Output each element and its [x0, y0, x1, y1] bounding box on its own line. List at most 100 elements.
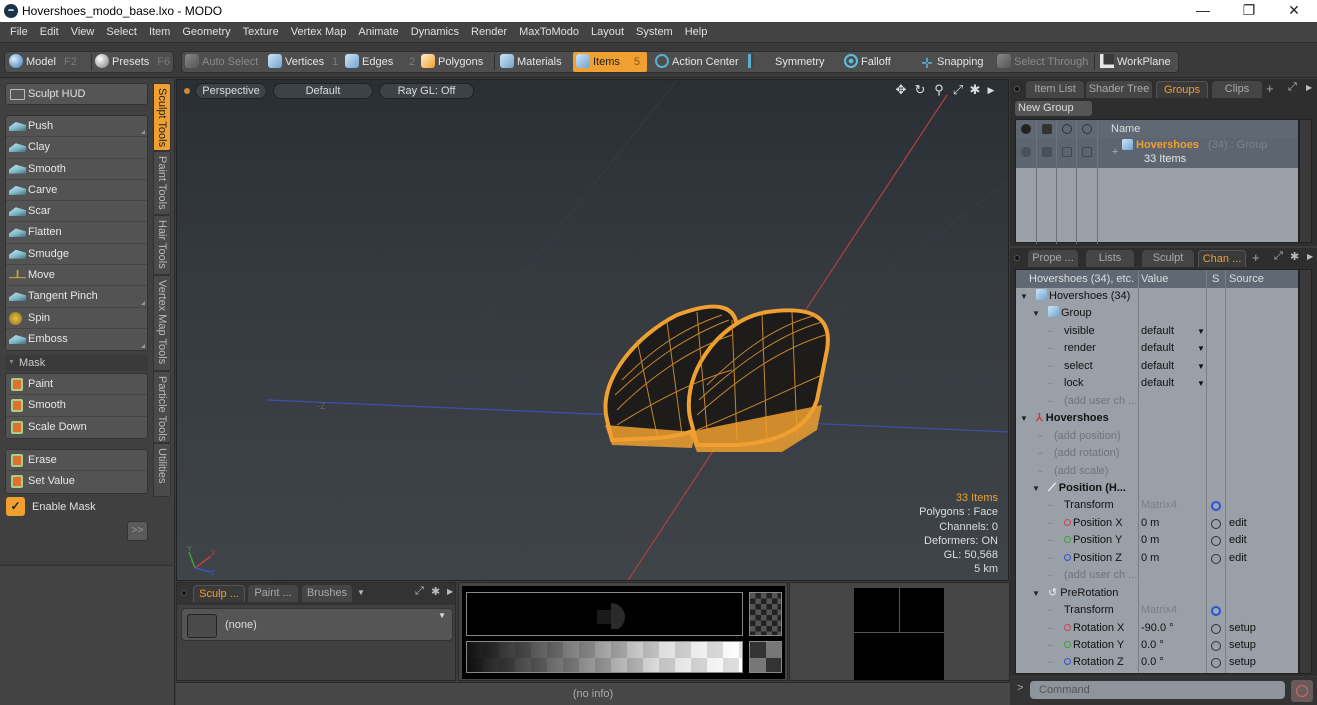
tab-vertex-map-tools[interactable]: Vertex Map Tools — [153, 275, 171, 371]
menu-layout[interactable]: Layout — [585, 22, 630, 43]
command-input[interactable]: Command — [1030, 681, 1285, 699]
channel-row[interactable]: ┄ Transform Matrix4 — [1016, 497, 1298, 514]
tool-spin[interactable]: Spin — [6, 308, 147, 329]
maximize-button[interactable]: ❐ — [1226, 0, 1272, 22]
value-dropdown-icon[interactable]: ▼ — [1197, 358, 1205, 375]
channel-row[interactable]: ┄ render default ▼ — [1016, 340, 1298, 357]
tab-utilities[interactable]: Utilities — [153, 443, 171, 497]
channel-value[interactable]: default — [1141, 340, 1174, 357]
tool-emboss[interactable]: Emboss — [6, 329, 147, 350]
vertices-button[interactable]: Vertices 1 — [268, 52, 338, 72]
tab-paint-tools[interactable]: Paint Tools — [153, 151, 171, 215]
tool-push[interactable]: Push — [6, 116, 147, 138]
rotate-view-icon[interactable]: ↻ — [913, 83, 927, 97]
falloff-button[interactable]: Falloff — [844, 52, 891, 72]
viewport-options-arrow-icon[interactable]: ▶ — [984, 83, 998, 97]
add-tab-icon[interactable]: + — [1252, 250, 1260, 265]
value-dropdown-icon[interactable]: ▼ — [1197, 323, 1205, 340]
panel-gear-icon[interactable]: ✱ — [1290, 250, 1299, 263]
channel-value[interactable]: default — [1141, 375, 1174, 392]
channel-state-circle-icon[interactable] — [1211, 553, 1221, 564]
mask-tool-scale-down[interactable]: Scale Down — [6, 417, 147, 438]
mask-tool-smooth[interactable]: Smooth — [6, 395, 147, 417]
tab-paint-brush[interactable]: Paint ... — [248, 585, 298, 602]
expand-plus-icon[interactable]: + — [1112, 146, 1118, 158]
auto-select-button[interactable]: Auto Select — [185, 52, 258, 72]
expand-triangle-icon[interactable]: ▼ — [1020, 410, 1028, 427]
items-button[interactable]: Items 5 — [573, 52, 647, 72]
channel-state-circle-icon[interactable] — [1211, 658, 1221, 669]
tab-groups[interactable]: Groups — [1156, 81, 1208, 98]
mask-section-header[interactable]: Mask — [5, 355, 148, 371]
panel-gear-icon[interactable]: ✱ — [431, 585, 440, 598]
panel-options-arrow-icon[interactable]: ▶ — [447, 587, 453, 596]
tab-item-list[interactable]: Item List — [1026, 81, 1084, 98]
tool-flatten[interactable]: Flatten — [6, 222, 147, 244]
tool-smudge[interactable]: Smudge — [6, 244, 147, 266]
channel-row[interactable]: ▼ ⅄ Hovershoes — [1016, 410, 1298, 427]
enable-mask-checkbox[interactable]: ✓ Enable Mask — [6, 497, 96, 517]
hovershoes-model[interactable] — [603, 304, 830, 452]
tab-shader-tree[interactable]: Shader Tree — [1086, 81, 1152, 98]
channel-row[interactable]: ┄ Rotation Z 0.0 ° setup — [1016, 654, 1298, 671]
tab-brushes[interactable]: Brushes — [302, 585, 352, 602]
brush-dropdown-icon[interactable]: ▼ — [438, 611, 446, 620]
channel-row[interactable]: ┄ visible default ▼ — [1016, 323, 1298, 340]
channel-value[interactable]: default — [1141, 323, 1174, 340]
tab-channels[interactable]: Chan ... — [1198, 250, 1246, 267]
channel-value[interactable]: -90.0 ° — [1141, 620, 1174, 637]
menu-view[interactable]: View — [65, 22, 101, 43]
channel-row[interactable]: ┄ (add scale) — [1016, 463, 1298, 480]
tab-sculpt-tools[interactable]: Sculpt Tools — [153, 83, 171, 151]
channels-scrollbar[interactable] — [1299, 269, 1312, 674]
channel-row[interactable]: ┄ select default ▼ — [1016, 358, 1298, 375]
workplane-button[interactable]: WorkPlane — [1100, 52, 1171, 72]
menu-dynamics[interactable]: Dynamics — [405, 22, 465, 43]
menu-help[interactable]: Help — [679, 22, 714, 43]
row-lock-icon[interactable] — [1082, 147, 1092, 157]
group-row-hovershoes[interactable]: + Hovershoes (34) : Group 33 Items — [1016, 138, 1298, 168]
model-button[interactable]: Model F2 — [9, 52, 77, 72]
presets-button[interactable]: Presets F6 — [95, 52, 170, 72]
channel-row[interactable]: ┄ Rotation X -90.0 ° setup — [1016, 620, 1298, 637]
row-select-icon[interactable] — [1062, 147, 1072, 157]
channel-value[interactable]: 0.0 ° — [1141, 637, 1164, 654]
menu-system[interactable]: System — [630, 22, 679, 43]
channel-row[interactable]: ┄ (add user ch ... — [1016, 393, 1298, 410]
expand-triangle-icon[interactable]: ▼ — [1020, 288, 1028, 305]
menu-geometry[interactable]: Geometry — [176, 22, 236, 43]
tool-move[interactable]: Move — [6, 265, 147, 287]
tab-clips[interactable]: Clips — [1212, 81, 1262, 98]
maximize-panel-icon[interactable]: ⤢ — [1274, 250, 1283, 263]
visibility-eye-icon[interactable] — [1021, 124, 1031, 134]
value-dropdown-icon[interactable]: ▼ — [1197, 340, 1205, 357]
menu-select[interactable]: Select — [100, 22, 143, 43]
channel-link-gear-icon[interactable] — [1211, 501, 1221, 512]
maximize-panel-icon[interactable]: ⤢ — [415, 585, 424, 598]
viewport-settings-gear-icon[interactable]: ✱ — [968, 83, 982, 97]
symmetry-button[interactable]: Symmetry — [748, 52, 825, 72]
tool-smooth[interactable]: Smooth — [6, 159, 147, 180]
tool-tangent-pinch[interactable]: Tangent Pinch — [6, 286, 147, 308]
channel-row[interactable]: ┄ Position Z 0 m edit — [1016, 550, 1298, 567]
tab-lists[interactable]: Lists — [1086, 250, 1134, 267]
channel-value[interactable]: 0.0 ° — [1141, 654, 1164, 671]
render-camera-icon[interactable] — [1042, 124, 1052, 134]
brush-selector[interactable]: (none) ▼ — [181, 608, 453, 641]
menu-maxtomodo[interactable]: MaxToModo — [513, 22, 585, 43]
materials-button[interactable]: Materials — [500, 52, 562, 72]
channel-value[interactable]: Matrix4 — [1141, 497, 1177, 514]
new-group-button[interactable]: New Group — [1015, 101, 1092, 116]
channel-value[interactable]: 0 m — [1141, 550, 1159, 567]
lock-icon[interactable] — [1082, 124, 1092, 134]
channel-row[interactable]: ▼ Hovershoes (34) — [1016, 288, 1298, 305]
channel-row[interactable]: ┄ Transform Matrix4 — [1016, 602, 1298, 619]
action-center-button[interactable]: Action Center — [655, 52, 739, 72]
menu-edit[interactable]: Edit — [34, 22, 65, 43]
menu-vertex-map[interactable]: Vertex Map — [285, 22, 353, 43]
channel-row[interactable]: ┄ (add position) — [1016, 428, 1298, 445]
record-macro-button[interactable] — [1291, 680, 1313, 702]
menu-file[interactable]: File — [0, 22, 34, 43]
channel-row[interactable]: ┄ Position X 0 m edit — [1016, 515, 1298, 532]
channel-row[interactable]: ▼ ↺ PreRotation — [1016, 585, 1298, 602]
